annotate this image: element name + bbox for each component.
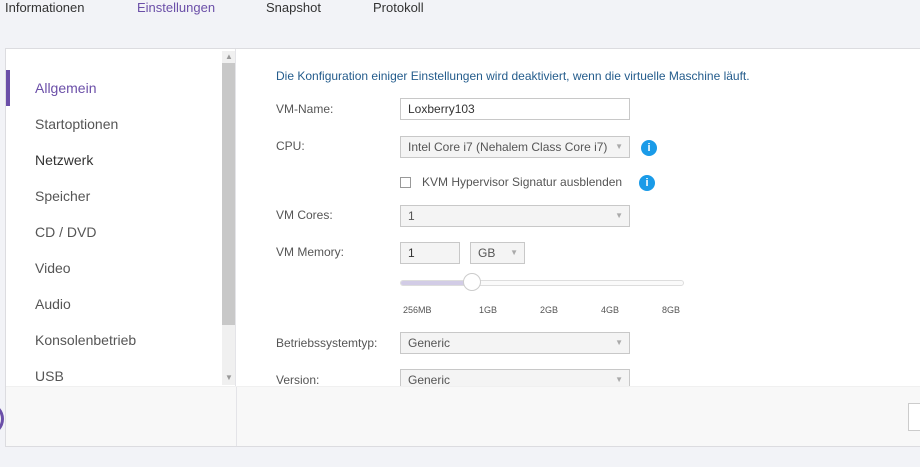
tick-label: 2GB	[540, 305, 559, 315]
vm-name-input[interactable]: Loxberry103	[400, 98, 630, 120]
settings-panel: Allgemein Startoptionen Netzwerk Speiche…	[5, 48, 920, 447]
cpu-select[interactable]: Intel Core i7 (Nehalem Class Core i7)	[400, 136, 630, 158]
tab-einstellungen[interactable]: Einstellungen	[137, 0, 215, 15]
sidebar-item-startoptionen[interactable]: Startoptionen	[35, 116, 118, 132]
tab-informationen[interactable]: Informationen	[5, 0, 85, 15]
memory-slider[interactable]	[400, 273, 684, 291]
tab-snapshot[interactable]: Snapshot	[266, 0, 321, 15]
sidebar-scrollbar[interactable]: ▲ ▼	[222, 51, 235, 385]
sidebar-item-audio[interactable]: Audio	[35, 296, 71, 312]
os-type-label: Betriebssystemtyp:	[276, 336, 378, 350]
sidebar-item-netzwerk[interactable]: Netzwerk	[35, 152, 93, 168]
scroll-up-icon[interactable]: ▲	[225, 52, 233, 61]
kvm-info-icon[interactable]: i	[639, 175, 655, 191]
vm-name-label: VM-Name:	[276, 102, 334, 116]
memory-input[interactable]: 1	[400, 242, 460, 264]
sidebar-item-speicher[interactable]: Speicher	[35, 188, 90, 204]
version-label: Version:	[276, 373, 320, 387]
tick-label: 4GB	[601, 305, 620, 315]
footer-button[interactable]	[908, 403, 920, 431]
cores-select[interactable]: 1	[400, 205, 630, 227]
config-note: Die Konfiguration einiger Einstellungen …	[276, 69, 750, 83]
tick-label: 8GB	[662, 305, 681, 315]
divider	[236, 387, 237, 446]
sidebar-item-cd-dvd[interactable]: CD / DVD	[35, 224, 96, 240]
floating-button[interactable]	[0, 403, 4, 435]
cpu-label: CPU:	[276, 139, 305, 153]
memory-label: VM Memory:	[276, 245, 345, 259]
sidebar: Allgemein Startoptionen Netzwerk Speiche…	[6, 49, 236, 387]
slider-handle[interactable]	[462, 273, 481, 291]
cores-label: VM Cores:	[276, 208, 333, 222]
footer-bar	[6, 386, 920, 446]
tick-label: 1GB	[479, 305, 498, 315]
sidebar-item-allgemein[interactable]: Allgemein	[35, 80, 96, 96]
sidebar-item-usb[interactable]: USB	[35, 368, 64, 384]
scrollbar-thumb[interactable]	[222, 63, 235, 325]
memory-unit-select[interactable]: GB	[470, 242, 525, 264]
kvm-checkbox[interactable]	[400, 177, 411, 188]
general-settings: Die Konfiguration einiger Einstellungen …	[237, 49, 920, 391]
sidebar-item-konsolenbetrieb[interactable]: Konsolenbetrieb	[35, 332, 136, 348]
slider-fill	[401, 281, 472, 285]
scroll-down-icon[interactable]: ▼	[225, 373, 233, 382]
os-type-select[interactable]: Generic	[400, 332, 630, 354]
sidebar-item-video[interactable]: Video	[35, 260, 71, 276]
kvm-label: KVM Hypervisor Signatur ausblenden	[422, 175, 623, 189]
cpu-info-icon[interactable]: i	[641, 140, 657, 156]
active-indicator	[6, 70, 10, 106]
tick-label: 256MB	[403, 305, 432, 315]
tab-protokoll[interactable]: Protokoll	[373, 0, 424, 15]
